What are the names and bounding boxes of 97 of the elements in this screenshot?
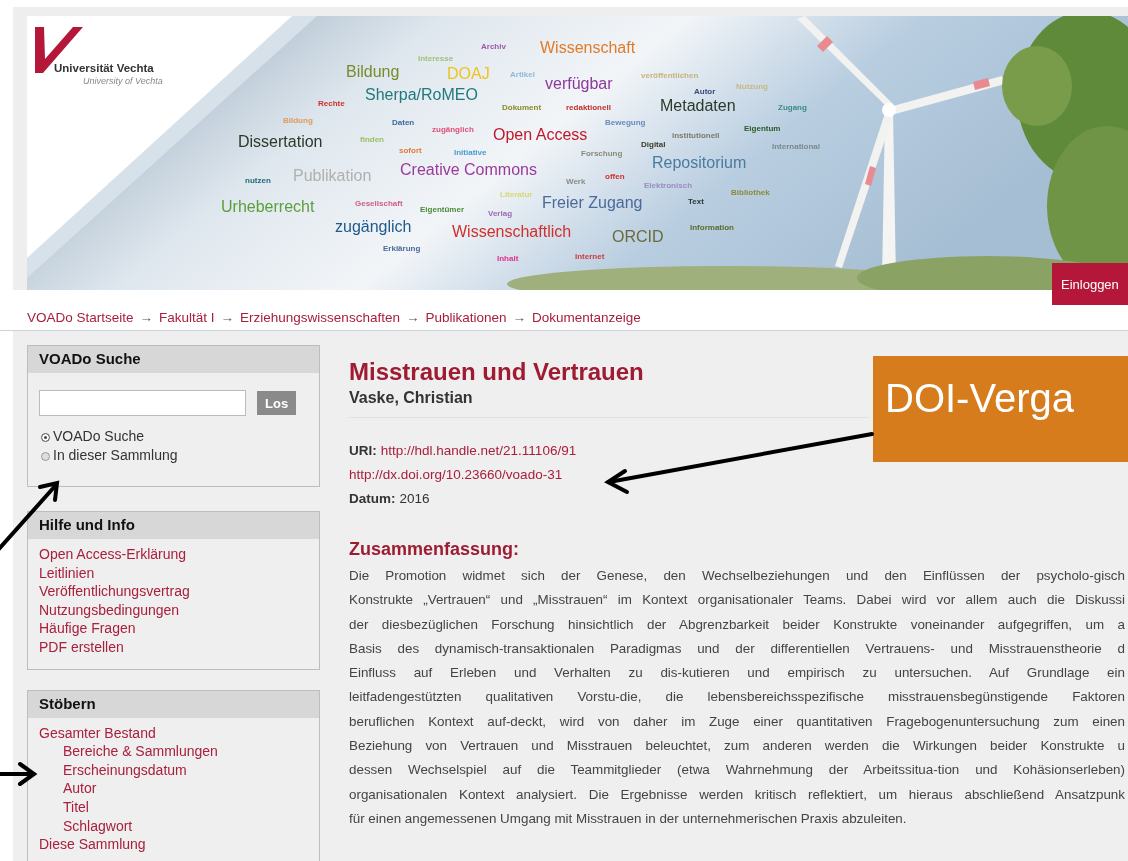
word-cloud-word: Bildung (346, 64, 400, 80)
sidebar-link[interactable]: Schlagwort (63, 816, 133, 836)
date-value: 2016 (399, 490, 430, 506)
logo-subtitle: University of Vechta (83, 76, 163, 86)
word-cloud-word: Autor (694, 88, 716, 96)
search-field[interactable] (39, 390, 246, 416)
breadcrumb-link[interactable]: Fakultät I (159, 309, 215, 325)
sidebar-link[interactable]: Leitlinien (39, 563, 95, 583)
word-cloud-word: offen (605, 173, 625, 181)
sidebar-link[interactable]: Häufige Fragen (39, 619, 136, 638)
word-cloud-word: Initiative (454, 149, 487, 157)
breadcrumb-link[interactable]: VOADo Startseite (27, 309, 134, 325)
sidebar-link[interactable]: Erscheinungsdatum (63, 760, 187, 780)
word-cloud-word: Dokument (502, 104, 542, 112)
sidebar-link[interactable]: Gesamter Bestand (39, 723, 156, 743)
word-cloud-word: Creative Commons (400, 162, 537, 178)
abstract-text: Die Promotion widmet sich der Genese, den Wechselbeziehungen und den Einflüssen der psycholo-gisch Konstrukte „Vertrauen“ und „Misstrauen“ im Kontext organisationaler Teams. Dabei wird vor allem auch die Diskussi der diesbezüglichen Forschung hinsichtlich der Abgrenzbarkeit beider Konstrukte voneinander aufgegriffen, um a Basis des dynamisch-transaktionalen Paradigmas und der differentiellen Vertrauens- und Misstrauenstheorie d Einfluss auf Erleben und Verhalten zu dis-kutieren und empirisch zu untersuchen. Auf Grundlage ein leitfadengestützten qualitativen Vorstu-die, die lebensbereichsspezifische misstrauensbegünstigende Faktoren beruflichen Kontext auf-deckt, wird von daher im Zuge einer quantitativen Fragebogenuntersuchung zum einen Beziehung von Vertrauen und Misstrauen beleuchtet, zum anderen werden die Wirkungen beider Konstrukte u dessen Wechselspiel auf die Teammitglieder (etwa Wahrnehmung der Arbeitssitua-tion und Kohäsionserleben) organisationalen Kontext analysiert. Die Ergebnisse werden kritisch reflektiert, um hieraus abschließend Ansatzpunk für einen angemessenen Umgang mit Misstrauen in der unternehmerischen Praxis abzuleiten. (349, 567, 1125, 828)
breadcrumb-link[interactable]: Dokumentanzeige (532, 309, 641, 325)
breadcrumb-separator: → (139, 309, 154, 325)
panel-title: Stöbern (28, 690, 319, 718)
word-cloud-word: Sherpa/RoMEO (365, 87, 478, 103)
breadcrumb-separator: → (405, 309, 420, 325)
sidebar-link[interactable]: Titel (63, 797, 89, 817)
item-title: Misstrauen und Vertrauen (349, 357, 645, 387)
word-cloud-word: redaktionell (566, 104, 611, 112)
breadcrumb-link[interactable]: Publikationen (425, 309, 507, 325)
login-button[interactable]: Einloggen (1052, 263, 1128, 305)
word-cloud-word: International (772, 143, 820, 151)
radio-button[interactable] (41, 433, 50, 442)
word-cloud-word: Verlag (488, 210, 512, 218)
breadcrumb-separator: → (220, 309, 235, 325)
word-cloud-word: Wissenschaftlich (452, 224, 572, 240)
word-cloud-word: Interesse (418, 55, 454, 63)
annotation-arrow (0, 762, 38, 786)
word-cloud-word: Publikation (293, 168, 372, 184)
word-cloud-word: Information (690, 224, 734, 232)
word-cloud-word: zugänglich (432, 126, 474, 134)
word-cloud-word: Metadaten (660, 98, 736, 114)
word-cloud-word: Erklärung (383, 245, 421, 253)
word-cloud-word: Text (688, 198, 704, 206)
search-button[interactable]: Los (257, 391, 297, 415)
logo-name: Universität Vechta (54, 62, 154, 74)
word-cloud-word: institutionell (672, 132, 720, 140)
word-cloud-word: Archiv (481, 43, 506, 51)
breadcrumb-separator: → (512, 309, 526, 325)
word-cloud-word: Daten (392, 119, 415, 127)
word-cloud-word: Bildung (283, 117, 313, 125)
word-cloud-word: Gesellschaft (355, 200, 403, 208)
abstract-heading: Zusammenfassung: (349, 538, 521, 561)
radio-label[interactable]: In dieser Sammlung (53, 446, 178, 463)
field-label: Datum: (349, 490, 396, 506)
word-cloud-word: Bewegung (605, 119, 646, 127)
panel-title: VOADo Suche (28, 346, 319, 373)
word-cloud-word: Forschung (581, 150, 623, 158)
word-cloud-word: Freier Zugang (542, 195, 643, 211)
word-cloud-word: Literatur (500, 191, 533, 199)
word-cloud-word: Repositorium (652, 155, 747, 171)
word-cloud-word: ORCID (612, 229, 664, 245)
word-cloud-word: Elektronisch (644, 182, 692, 190)
panel-title: Hilfe und Info (28, 512, 319, 539)
word-cloud-word: sofort (399, 147, 422, 155)
doi-link[interactable]: http://dx.doi.org/10.23660/voado-31 (349, 466, 563, 482)
word-cloud-word: Nutzung (736, 83, 768, 91)
sidebar-link[interactable]: Veröffentlichungsvertrag (39, 582, 190, 601)
item-author: Vaske, Christian (349, 387, 869, 418)
radio-button[interactable] (41, 452, 50, 461)
field-label: URI: (349, 442, 377, 458)
word-cloud-word: Zugang (778, 104, 807, 112)
word-cloud-word: finden (360, 136, 384, 144)
radio-label[interactable]: VOADo Suche (53, 427, 145, 444)
word-cloud-word: Werk (566, 178, 586, 186)
word-cloud-word: Dissertation (238, 134, 323, 150)
word-cloud-word: Eigentümer (420, 206, 464, 214)
word-cloud-word: DOAJ (447, 66, 490, 82)
word-cloud-word: Digital (641, 141, 666, 149)
sidebar-link[interactable]: Diese Sammlung (39, 835, 146, 854)
breadcrumb-link[interactable]: Erziehungswissenschaften (240, 309, 400, 325)
word-cloud-word: Internet (575, 253, 605, 261)
word-cloud-word: nutzen (245, 177, 271, 185)
word-cloud-word: Wissenschaft (540, 40, 636, 56)
word-cloud-word: Inhalt (497, 255, 519, 263)
sidebar-link[interactable]: Autor (63, 779, 97, 798)
word-cloud-word: veröffentlichen (641, 72, 699, 80)
callout-box: DOI-Verga (873, 356, 1128, 462)
word-cloud-word: Bibliothek (731, 189, 770, 197)
word-cloud-word: zugänglich (335, 219, 412, 235)
sidebar-link[interactable]: PDF erstellen (39, 637, 124, 657)
sidebar-link[interactable]: Nutzungsbedingungen (39, 600, 180, 620)
word-cloud-word: Artikel (510, 71, 535, 79)
word-cloud-word: Rechte (318, 100, 345, 108)
word-cloud-word: Urheberrecht (221, 199, 315, 215)
sidebar-link[interactable]: Open Access-Erklärung (39, 545, 187, 564)
word-cloud-word: verfügbar (545, 76, 613, 92)
sidebar-link[interactable]: Bereiche & Sammlungen (63, 742, 218, 761)
word-cloud-word: Eigentum (744, 125, 781, 133)
word-cloud-word: Open Access (493, 127, 588, 143)
uri-link[interactable]: http://hdl.handle.net/21.11106/91 (380, 442, 577, 458)
